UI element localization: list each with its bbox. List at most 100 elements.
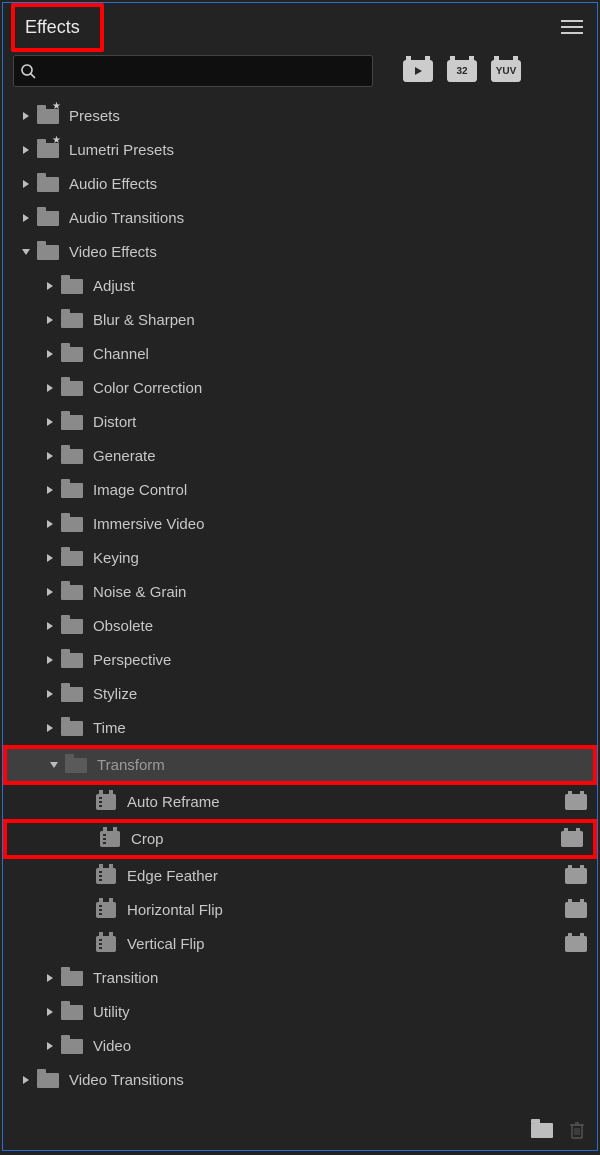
chevron-right-icon[interactable] — [43, 1007, 57, 1017]
tree-item[interactable]: Audio Effects — [3, 167, 597, 201]
folder-icon — [61, 720, 83, 736]
tree-item[interactable]: Crop — [3, 819, 597, 859]
chevron-right-icon[interactable] — [43, 315, 57, 325]
tree-item[interactable]: Generate — [3, 439, 597, 473]
search-field[interactable] — [13, 55, 373, 87]
tree-item[interactable]: Video Effects — [3, 235, 597, 269]
chevron-right-icon[interactable] — [43, 485, 57, 495]
accelerated-badge-icon — [565, 794, 587, 810]
folder-icon — [61, 970, 83, 986]
tree-item-label: Crop — [131, 831, 555, 848]
chevron-right-icon[interactable] — [43, 973, 57, 983]
tree-item-label: Distort — [93, 414, 587, 431]
tree-item[interactable]: Blur & Sharpen — [3, 303, 597, 337]
chevron-down-icon[interactable] — [19, 247, 33, 257]
tree-item[interactable]: Audio Transitions — [3, 201, 597, 235]
tree-item[interactable]: Stylize — [3, 677, 597, 711]
chevron-right-icon[interactable] — [43, 587, 57, 597]
folder-icon — [61, 652, 83, 668]
32bit-effects-toggle[interactable]: 32 — [447, 60, 477, 82]
tree-item[interactable]: Lumetri Presets — [3, 133, 597, 167]
tree-item[interactable]: Vertical Flip — [3, 927, 597, 961]
tree-item[interactable]: Distort — [3, 405, 597, 439]
tree-item[interactable]: Adjust — [3, 269, 597, 303]
tree-item[interactable]: Image Control — [3, 473, 597, 507]
folder-icon — [61, 1038, 83, 1054]
tree-item-label: Color Correction — [93, 380, 587, 397]
chevron-right-icon[interactable] — [19, 145, 33, 155]
tree-item-label: Horizontal Flip — [127, 902, 559, 919]
folder-icon — [61, 312, 83, 328]
tree-item[interactable]: Transition — [3, 961, 597, 995]
folder-icon — [61, 1004, 83, 1020]
accelerated-effects-toggle[interactable] — [403, 60, 433, 82]
chevron-right-icon[interactable] — [43, 349, 57, 359]
preset-bin-icon — [37, 142, 59, 158]
chevron-right-icon[interactable] — [43, 553, 57, 563]
tree-item-label: Transition — [93, 970, 587, 987]
tree-item[interactable]: Immersive Video — [3, 507, 597, 541]
tree-item-label: Lumetri Presets — [69, 142, 587, 159]
tree-item-label: Image Control — [93, 482, 587, 499]
chevron-right-icon[interactable] — [43, 519, 57, 529]
panel-tab-effects[interactable]: Effects — [11, 3, 104, 52]
folder-icon — [61, 380, 83, 396]
folder-icon — [61, 550, 83, 566]
folder-icon — [61, 618, 83, 634]
yuv-effects-toggle[interactable]: YUV — [491, 60, 521, 82]
tree-item-label: Generate — [93, 448, 587, 465]
tree-item[interactable]: Transform — [3, 745, 597, 785]
tree-item-label: Vertical Flip — [127, 936, 559, 953]
search-input[interactable] — [42, 63, 366, 79]
trash-icon[interactable] — [569, 1121, 585, 1139]
chevron-right-icon[interactable] — [19, 1075, 33, 1085]
tree-item[interactable]: Time — [3, 711, 597, 745]
tree-item[interactable]: Presets — [3, 99, 597, 133]
chevron-down-icon[interactable] — [47, 760, 61, 770]
effect-icon — [95, 868, 117, 884]
chevron-right-icon[interactable] — [43, 1041, 57, 1051]
tree-item[interactable]: Video Transitions — [3, 1063, 597, 1097]
chevron-right-icon[interactable] — [19, 111, 33, 121]
chevron-right-icon[interactable] — [43, 655, 57, 665]
chevron-right-icon[interactable] — [43, 451, 57, 461]
chevron-right-icon[interactable] — [43, 723, 57, 733]
panel-menu-icon[interactable] — [561, 16, 583, 38]
chevron-right-icon[interactable] — [43, 383, 57, 393]
tree-item[interactable]: Video — [3, 1029, 597, 1063]
tree-item[interactable]: Color Correction — [3, 371, 597, 405]
tree-item-label: Video — [93, 1038, 587, 1055]
chevron-right-icon[interactable] — [43, 621, 57, 631]
folder-icon — [61, 686, 83, 702]
new-bin-icon[interactable] — [531, 1123, 553, 1138]
tree-item[interactable]: Edge Feather — [3, 859, 597, 893]
chevron-right-icon[interactable] — [19, 179, 33, 189]
tree-item[interactable]: Perspective — [3, 643, 597, 677]
tree-item-label: Channel — [93, 346, 587, 363]
tree-item[interactable]: Channel — [3, 337, 597, 371]
tree-item[interactable]: Auto Reframe — [3, 785, 597, 819]
chevron-right-icon[interactable] — [19, 213, 33, 223]
folder-icon — [61, 346, 83, 362]
preset-bin-icon — [37, 108, 59, 124]
accelerated-badge-icon — [561, 831, 583, 847]
tree-item-label: Video Effects — [69, 244, 587, 261]
tree-item-label: Immersive Video — [93, 516, 587, 533]
chevron-right-icon[interactable] — [43, 281, 57, 291]
tree-item[interactable]: Keying — [3, 541, 597, 575]
tree-item-label: Keying — [93, 550, 587, 567]
accelerated-badge-icon — [565, 936, 587, 952]
folder-icon — [65, 757, 87, 773]
panel-header: Effects — [3, 3, 597, 51]
chevron-right-icon[interactable] — [43, 417, 57, 427]
tree-item[interactable]: Horizontal Flip — [3, 893, 597, 927]
effects-panel: Effects 32 YUV Presets Lumetri Presets Aud… — [2, 2, 598, 1151]
effect-icon — [95, 936, 117, 952]
tree-item[interactable]: Noise & Grain — [3, 575, 597, 609]
folder-icon — [61, 516, 83, 532]
chevron-right-icon[interactable] — [43, 689, 57, 699]
tree-item[interactable]: Utility — [3, 995, 597, 1029]
tree-item-label: Audio Effects — [69, 176, 587, 193]
folder-icon — [37, 1072, 59, 1088]
tree-item[interactable]: Obsolete — [3, 609, 597, 643]
